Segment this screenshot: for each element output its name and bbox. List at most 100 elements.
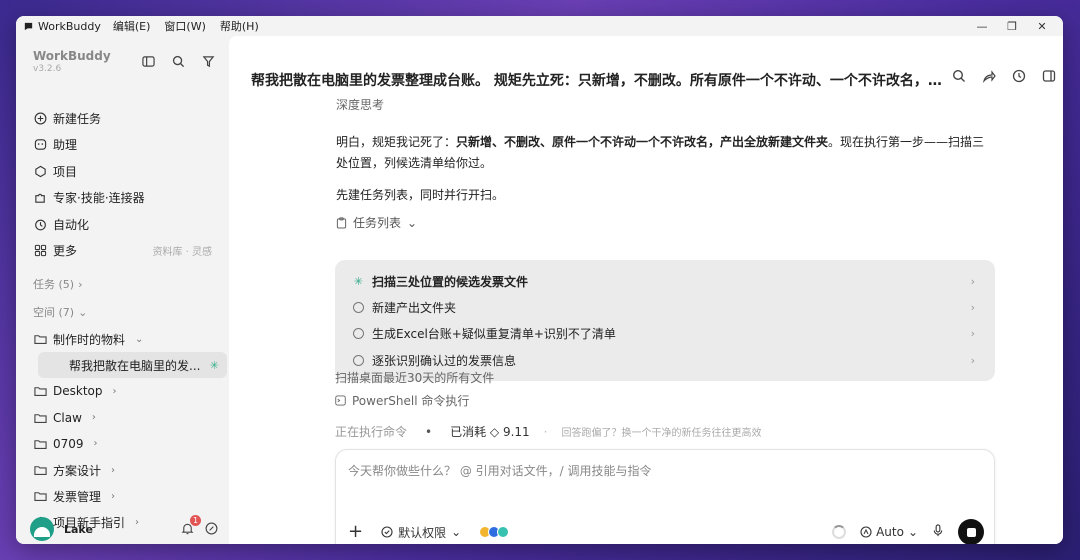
tasks-section-label: 任务 (5) (33, 278, 75, 291)
assistant-icon (33, 138, 47, 152)
main-panel: 帮我把散在电脑里的发票整理成台账。 规矩先立死：只新增，不删改。所有原件一个不许… (229, 36, 1063, 544)
task-item[interactable]: 新建产出文件夹 › (335, 294, 995, 320)
tree-folder-claw[interactable]: Claw › (32, 405, 229, 431)
pending-circle-icon (353, 301, 364, 313)
bell-icon[interactable]: 1 (181, 515, 201, 536)
assistant-message: 明白，规矩我记死了：只新增、不删改、原件一个不许动一个不许改名，产出全放新建文件… (336, 132, 996, 174)
link-icon[interactable] (205, 522, 219, 536)
search-icon[interactable] (170, 53, 186, 69)
folder-icon (33, 489, 47, 503)
version-label: v3.2.6 (33, 64, 62, 74)
task-list: ✳ 扫描三处位置的候选发票文件 › 新建产出文件夹 › 生成Excel台账+疑似… (335, 260, 995, 381)
task-item[interactable]: 生成Excel台账+疑似重复清单+识别不了清单 › (335, 321, 995, 347)
notification-badge: 1 (190, 515, 201, 526)
tree-folder-0709[interactable]: 0709 › (32, 431, 229, 457)
brand-name: WorkBuddy (33, 49, 111, 63)
deep-thinking-label[interactable]: 深度思考 (336, 96, 384, 114)
plus-circle-icon (33, 111, 47, 125)
menu-help[interactable]: 帮助(H) (220, 18, 259, 34)
task-label: 逐张识别确认过的发票信息 (372, 353, 517, 368)
nav-label: 新建任务 (53, 111, 102, 126)
clipboard-icon (336, 217, 347, 229)
history-icon[interactable] (1011, 68, 1027, 84)
project-icon (33, 164, 47, 178)
tasks-section-header[interactable]: 任务 (5) › (33, 276, 82, 292)
loading-spinner-icon: ✳ (353, 274, 364, 288)
stop-button[interactable] (958, 519, 984, 544)
credits-used: 已消耗 ◇ 9.11 (450, 425, 530, 439)
tree-label: 0709 (53, 436, 84, 451)
powershell-step[interactable]: PowerShell 命令执行 (335, 392, 469, 409)
nav-more[interactable]: 更多 资料库 · 灵感 (32, 238, 229, 265)
permission-dropdown[interactable]: 默认权限 ⌄ (381, 524, 461, 541)
chevron-right-icon: › (78, 277, 83, 291)
menu-edit[interactable]: 编辑(E) (113, 18, 151, 34)
nav-label: 自动化 (53, 217, 90, 232)
app-name: WorkBuddy (38, 19, 101, 33)
maximize-button[interactable]: ❐ (997, 16, 1027, 36)
nav-assistant[interactable]: 助理 (32, 132, 229, 159)
pending-circle-icon (353, 354, 364, 366)
separator-dot: • (425, 424, 433, 439)
tree-active-task[interactable]: 帮我把散在电脑里的发... ✳ (38, 352, 227, 379)
sidebar-toggle-icon[interactable] (140, 53, 156, 69)
chat-input[interactable]: 今天帮你做些什么？ @ 引用对话文件，/ 调用技能与指令 (348, 462, 652, 479)
chevron-right-icon: › (91, 412, 96, 424)
folder-icon (33, 411, 47, 425)
panel-toggle-icon[interactable] (1041, 68, 1057, 84)
nav-experts[interactable]: 专家·技能·连接器 (32, 185, 229, 212)
chevron-down-icon: ⌄ (451, 525, 462, 539)
tree-label: Claw (53, 410, 82, 425)
microphone-icon[interactable] (932, 524, 944, 540)
stop-icon (966, 527, 976, 537)
chevron-down-icon: ⌄ (407, 216, 418, 230)
tree-folder-design[interactable]: 方案设计 › (32, 457, 229, 483)
app-window: WorkBuddy 编辑(E) 窗口(W) 帮助(H) — ❐ ✕ WorkBu… (16, 16, 1063, 544)
menu-window[interactable]: 窗口(W) (164, 18, 205, 34)
nav-label: 更多 (53, 244, 78, 259)
input-left-tools: + 默认权限 ⌄ (348, 523, 510, 541)
chevron-down-icon: ⌄ (907, 525, 918, 539)
model-icon-3 (497, 526, 510, 538)
nav-more-extra[interactable]: 资料库 · 灵感 (152, 243, 212, 258)
chevron-right-icon: › (970, 300, 975, 314)
folder-icon (33, 437, 47, 451)
search-icon[interactable] (951, 68, 967, 84)
conversation-title: 帮我把散在电脑里的发票整理成台账。 规矩先立死：只新增，不删改。所有原件一个不许… (251, 73, 951, 89)
message-text-a: 明白，规矩我记死了： (336, 135, 457, 149)
tasklist-toggle[interactable]: 任务列表 ⌄ (336, 214, 417, 232)
new-task-tip[interactable]: 回答跑偏了？换一个干净的新任务往往更高效 (562, 424, 762, 439)
window-controls: — ❐ ✕ (967, 16, 1057, 36)
filter-icon[interactable] (200, 53, 216, 69)
spaces-section-header[interactable]: 空间 (7) ⌄ (33, 304, 87, 320)
permission-label: 默认权限 (398, 525, 447, 540)
nav-automation[interactable]: 自动化 (32, 211, 229, 238)
task-item[interactable]: ✳ 扫描三处位置的候选发票文件 › (335, 268, 995, 294)
tree-folder-invoices[interactable]: 发票管理 › (32, 483, 229, 509)
task-label: 扫描三处位置的候选发票文件 (372, 274, 529, 289)
tree-label: 方案设计 (53, 463, 102, 478)
running-status: 正在执行命令 (335, 425, 408, 439)
assistant-message-2: 先建任务列表，同时并行开扫。 (336, 188, 505, 202)
nav-new-task[interactable]: 新建任务 (32, 105, 229, 132)
avatar[interactable] (30, 517, 54, 541)
tree-label: 发票管理 (53, 489, 102, 504)
share-icon[interactable] (981, 68, 997, 84)
chevron-right-icon: › (112, 385, 117, 397)
nav-project[interactable]: 项目 (32, 158, 229, 185)
tree-folder-materials[interactable]: 制作时的物料 ⌄ (32, 326, 229, 352)
mode-dropdown[interactable]: Auto ⌄ (860, 525, 918, 539)
minimize-button[interactable]: — (967, 16, 997, 36)
sidebar-tools (140, 53, 216, 69)
model-selector[interactable] (479, 526, 510, 538)
nav-label: 助理 (53, 138, 78, 153)
grid-icon (33, 244, 47, 258)
close-button[interactable]: ✕ (1027, 16, 1057, 36)
tree-folder-desktop[interactable]: Desktop › (32, 378, 229, 404)
chevron-down-icon: ⌄ (78, 305, 88, 319)
shield-check-icon (381, 526, 393, 538)
tree-label: 帮我把散在电脑里的发... (69, 358, 201, 373)
add-attachment-button[interactable]: + (348, 523, 363, 541)
conversation-toolbar (951, 68, 1057, 84)
folder-icon (33, 463, 47, 477)
